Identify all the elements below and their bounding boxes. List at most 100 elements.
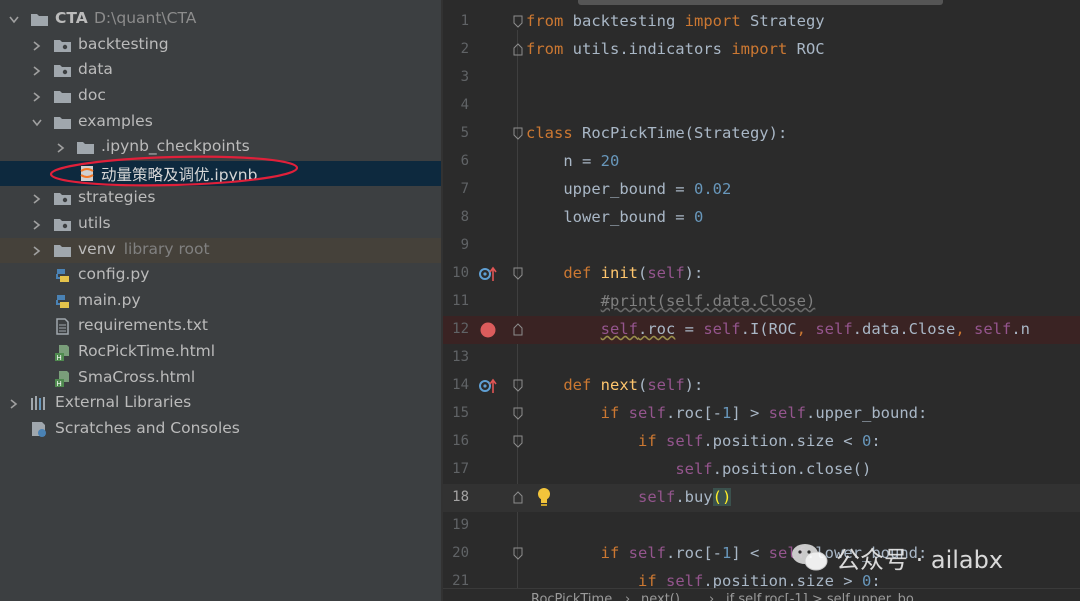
breadcrumb: RocPickTime › next() › if self.roc[-1] >… bbox=[443, 588, 1080, 601]
tree-item-smacross-html[interactable]: H SmaCross.html bbox=[0, 366, 441, 391]
code-line: 8 lower_bound = 0 bbox=[443, 204, 1080, 232]
chevron-down-icon[interactable] bbox=[30, 110, 44, 135]
code-line: 7 upper_bound = 0.02 bbox=[443, 176, 1080, 204]
breadcrumb-item-class[interactable]: RocPickTime bbox=[531, 592, 612, 601]
folder-icon bbox=[54, 117, 71, 129]
tree-item-main-py[interactable]: main.py bbox=[0, 289, 441, 314]
code-line: 5 class RocPickTime(Strategy): bbox=[443, 120, 1080, 148]
jupyter-notebook-icon bbox=[80, 166, 94, 181]
fold-marker-icon[interactable] bbox=[513, 323, 523, 336]
tree-item-venv[interactable]: venv library root bbox=[0, 238, 441, 263]
chevron-right-icon[interactable] bbox=[54, 135, 68, 160]
chevron-right-icon[interactable] bbox=[30, 186, 44, 211]
package-folder-icon bbox=[54, 193, 71, 205]
fold-marker-icon[interactable] bbox=[513, 547, 523, 560]
tree-item-label: 动量策略及调优.ipynb bbox=[101, 166, 258, 184]
tree-item-ipynb-checkpoints[interactable]: .ipynb_checkpoints bbox=[0, 135, 441, 160]
chevron-right-icon[interactable] bbox=[30, 238, 44, 263]
html-file-icon: H bbox=[55, 345, 69, 361]
code-text: self.roc = self.I(ROC, self.data.Close, … bbox=[600, 320, 1030, 338]
line-number: 4 bbox=[460, 97, 469, 113]
tree-item-strategies[interactable]: strategies bbox=[0, 186, 441, 211]
line-number: 16 bbox=[452, 433, 469, 449]
library-root-hint: library root bbox=[123, 240, 210, 258]
line-number: 17 bbox=[452, 461, 469, 477]
tree-item-label: SmaCross.html bbox=[78, 368, 196, 386]
chevron-right-icon[interactable] bbox=[30, 58, 44, 83]
chevron-right-icon[interactable] bbox=[30, 212, 44, 237]
tree-root-cta[interactable]: CTA D:\quant\CTA bbox=[0, 7, 441, 32]
chevron-down-icon[interactable] bbox=[7, 7, 21, 32]
code-text: if self.roc[-1] > self.upper_bound: bbox=[600, 404, 928, 422]
folder-icon bbox=[77, 142, 94, 154]
tree-item-notebook[interactable]: 动量策略及调优.ipynb bbox=[0, 161, 441, 186]
chevron-right-icon[interactable] bbox=[30, 33, 44, 58]
tree-item-requirements-txt[interactable]: requirements.txt bbox=[0, 314, 441, 339]
code-text: def next(self): bbox=[563, 376, 704, 394]
override-method-icon[interactable] bbox=[479, 266, 499, 282]
tree-item-config-py[interactable]: config.py bbox=[0, 263, 441, 288]
code-line-breakpoint: 12 self.roc = self.I(ROC, self.data.Clos… bbox=[443, 316, 1080, 344]
svg-text:H: H bbox=[57, 380, 62, 387]
line-number: 15 bbox=[452, 405, 469, 421]
code-editor[interactable]: 1 from backtesting import Strategy 2 fro… bbox=[443, 0, 1080, 601]
fold-marker-icon[interactable] bbox=[513, 491, 523, 504]
line-number: 19 bbox=[452, 517, 469, 533]
code-line: 16 if self.position.size < 0: bbox=[443, 428, 1080, 456]
folder-icon bbox=[31, 14, 48, 26]
override-method-icon[interactable] bbox=[479, 378, 499, 394]
tree-item-data[interactable]: data bbox=[0, 58, 441, 83]
code-text: upper_bound = 0.02 bbox=[526, 180, 732, 198]
package-folder-icon bbox=[54, 40, 71, 52]
tree-item-label: requirements.txt bbox=[78, 316, 208, 334]
line-number: 1 bbox=[460, 13, 469, 29]
code-line: 9 bbox=[443, 232, 1080, 260]
chevron-right-icon[interactable] bbox=[7, 391, 21, 416]
tree-item-utils[interactable]: utils bbox=[0, 212, 441, 237]
tree-item-label: RocPickTime.html bbox=[78, 342, 216, 360]
tree-item-label: Scratches and Consoles bbox=[55, 419, 240, 437]
code-line: 2 from utils.indicators import ROC bbox=[443, 36, 1080, 64]
tree-item-scratches-consoles[interactable]: Scratches and Consoles bbox=[0, 417, 441, 442]
code-text: from utils.indicators import ROC bbox=[526, 40, 825, 58]
tree-item-label: venv bbox=[78, 240, 116, 258]
fold-marker-icon[interactable] bbox=[513, 407, 523, 420]
fold-marker-icon[interactable] bbox=[513, 435, 523, 448]
line-number: 2 bbox=[460, 41, 469, 57]
fold-marker-icon[interactable] bbox=[513, 379, 523, 392]
tree-item-label: doc bbox=[78, 86, 106, 104]
root-folder-path: D:\quant\CTA bbox=[94, 9, 197, 27]
horizontal-scrollbar[interactable] bbox=[578, 0, 943, 5]
line-number: 10 bbox=[452, 265, 469, 281]
watermark-text: 公众号 · ailabx bbox=[836, 545, 1004, 574]
code-line: 15 if self.roc[-1] > self.upper_bound: bbox=[443, 400, 1080, 428]
code-text: #print(self.data.Close) bbox=[600, 292, 816, 310]
tree-item-rocpicktime-html[interactable]: H RocPickTime.html bbox=[0, 340, 441, 365]
fold-marker-icon[interactable] bbox=[513, 127, 523, 140]
code-text: if self.position.size < 0: bbox=[637, 432, 881, 450]
tree-item-doc[interactable]: doc bbox=[0, 84, 441, 109]
tree-item-label: main.py bbox=[78, 291, 141, 309]
code-line: 14 def next(self): bbox=[443, 372, 1080, 400]
code-text: lower_bound = 0 bbox=[526, 208, 704, 226]
code-line: 13 bbox=[443, 344, 1080, 372]
tree-item-backtesting[interactable]: backtesting bbox=[0, 33, 441, 58]
breadcrumb-separator: › bbox=[625, 592, 631, 601]
line-number: 20 bbox=[452, 545, 469, 561]
line-number: 11 bbox=[452, 293, 469, 309]
code-text: from backtesting import Strategy bbox=[526, 12, 825, 30]
chevron-right-icon[interactable] bbox=[30, 84, 44, 109]
library-folder-icon bbox=[54, 245, 71, 257]
tree-item-external-libraries[interactable]: External Libraries bbox=[0, 391, 441, 416]
fold-marker-icon[interactable] bbox=[513, 267, 523, 280]
code-line: 19 bbox=[443, 512, 1080, 540]
library-icon bbox=[31, 396, 45, 410]
fold-marker-icon[interactable] bbox=[513, 15, 523, 28]
breakpoint-icon[interactable] bbox=[480, 322, 496, 338]
breadcrumb-item-statement[interactable]: if self.roc[-1] > self.upper_bo bbox=[726, 592, 914, 601]
tree-item-examples[interactable]: examples bbox=[0, 110, 441, 135]
code-text: class RocPickTime(Strategy): bbox=[526, 124, 788, 142]
fold-marker-icon[interactable] bbox=[513, 43, 523, 56]
breadcrumb-item-method[interactable]: next() bbox=[641, 592, 680, 601]
package-folder-icon bbox=[54, 219, 71, 231]
